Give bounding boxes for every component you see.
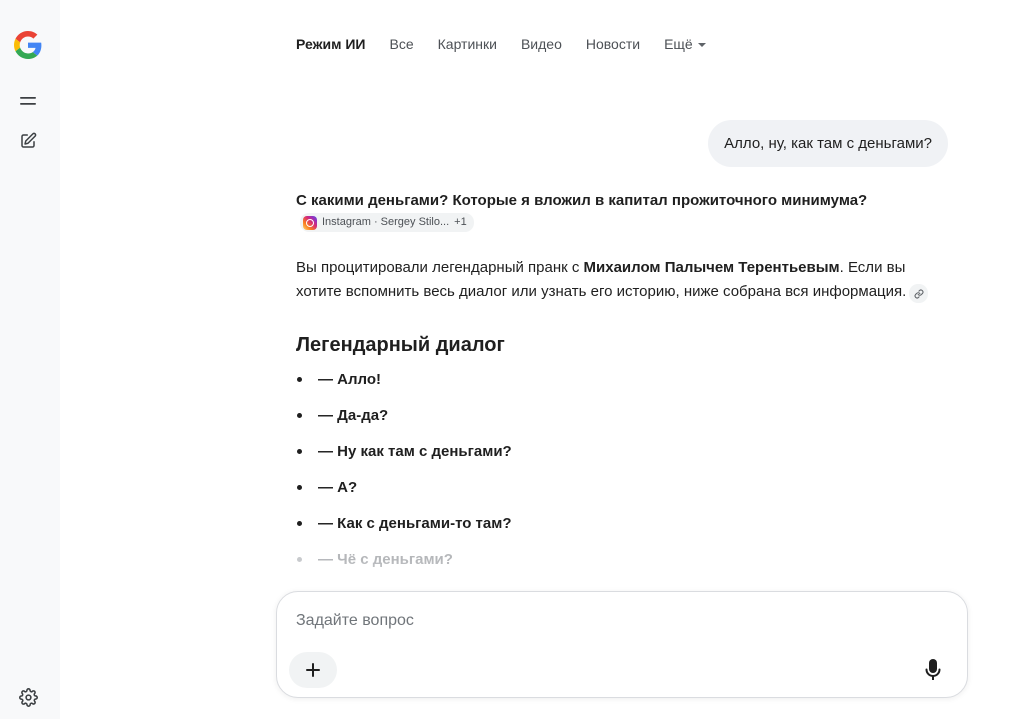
tab-videos[interactable]: Видео [521, 34, 562, 54]
ai-answer: С какими деньгами? Которые я вложил в ка… [296, 188, 936, 583]
new-chat-button[interactable] [16, 129, 40, 153]
question-input[interactable] [296, 609, 936, 633]
tab-ai-mode[interactable]: Режим ИИ [296, 34, 366, 54]
source-chip[interactable]: Instagram · Sergey Stilo... +1 [300, 213, 474, 232]
tab-more[interactable]: Ещё [664, 34, 706, 54]
menu-button[interactable] [16, 89, 40, 113]
list-item: — Алло! [296, 367, 936, 403]
section-title: Легендарный диалог [296, 333, 505, 356]
list-item: — А? [296, 475, 936, 511]
source-chip-extra: +1 [454, 216, 467, 228]
left-rail [0, 0, 60, 719]
answer-paragraph-start: Вы процитировали легендарный пранк с [296, 258, 584, 276]
link-chip[interactable] [909, 284, 929, 303]
list-item: — Чё с деньгами? [296, 547, 936, 583]
edit-icon [21, 132, 37, 148]
user-message-bubble: Алло, ну, как там с деньгами? [708, 120, 948, 167]
mic-icon [925, 659, 941, 680]
search-tabs: Режим ИИ Все Картинки Видео Новости Ещё [296, 34, 706, 54]
instagram-icon [303, 215, 317, 230]
tab-news[interactable]: Новости [586, 34, 640, 54]
answer-headline-text: С какими деньгами? Которые я вложил в ка… [296, 192, 868, 209]
add-button[interactable] [289, 652, 337, 688]
caret-down-icon [697, 43, 706, 47]
source-chip-label: Instagram · Sergey Stilo... [322, 216, 450, 228]
answer-paragraph: Вы процитировали легендарный пранк с Мих… [296, 256, 936, 304]
list-item: — Да-да? [296, 403, 936, 439]
menu-icon [20, 97, 36, 105]
plus-icon [306, 663, 320, 677]
answer-paragraph-bold: Михаилом Палычем Терентьевым [583, 258, 840, 276]
answer-headline: С какими деньгами? Которые я вложил в ка… [296, 188, 936, 240]
settings-button[interactable] [16, 685, 40, 709]
gear-icon [18, 687, 38, 707]
tab-more-label: Ещё [664, 36, 693, 52]
tab-images[interactable]: Картинки [438, 34, 497, 54]
tab-all[interactable]: Все [390, 34, 414, 54]
list-item: — Как с деньгами-то там? [296, 511, 936, 547]
composer [276, 591, 968, 698]
list-item: — Ну как там с деньгами? [296, 439, 936, 475]
link-icon [914, 289, 924, 298]
mic-button[interactable] [921, 656, 945, 684]
google-logo-icon[interactable] [14, 31, 42, 59]
dialog-list: — Алло! — Да-да? — Ну как там с деньгами… [296, 367, 936, 583]
